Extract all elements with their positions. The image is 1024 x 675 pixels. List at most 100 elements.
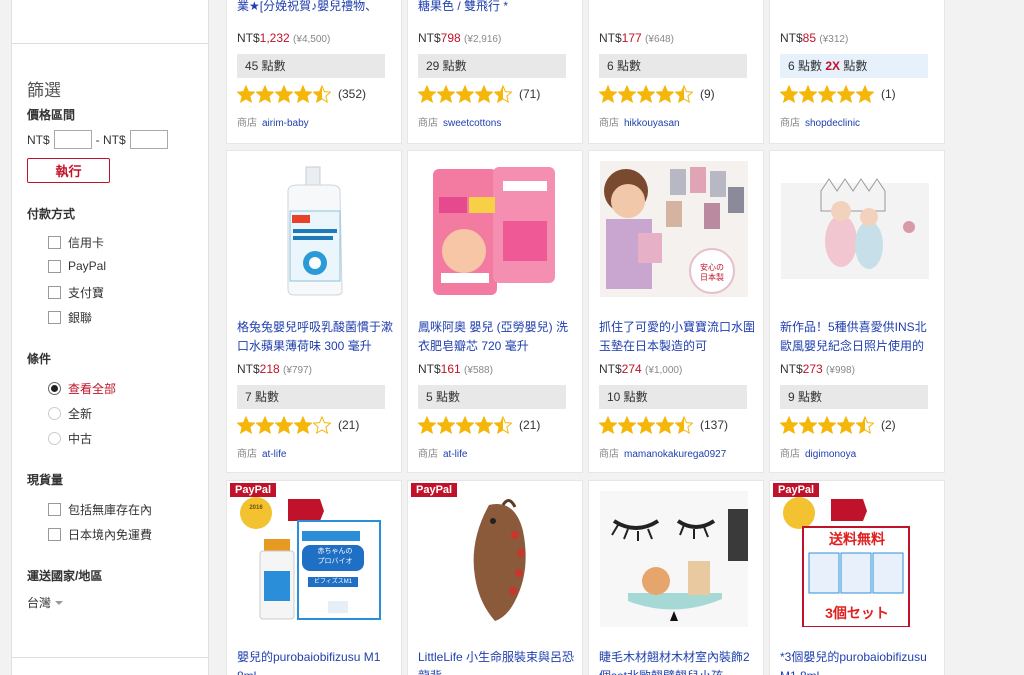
product-title[interactable]: 嬰兒的purobaiobifizusu M1 8ml xyxy=(237,648,395,675)
product-title[interactable]: 睫毛木材翹材木材室內裝飾2個set北歐翹壁翹兒小孩 xyxy=(599,648,757,675)
payment-option-paypal[interactable]: PayPal xyxy=(48,259,106,273)
rating-stars: (352) xyxy=(237,85,366,103)
product-card[interactable]: 格兔兔嬰兒呼吸乳酸菌慣于漱口水蘋果薄荷味 300 毫升 NT$218 (¥797… xyxy=(226,150,402,473)
apply-button[interactable]: 執行 xyxy=(27,158,110,183)
set-text: 3個セット xyxy=(825,605,889,621)
star-icon xyxy=(475,85,493,103)
rating-stars: (9) xyxy=(599,85,715,103)
shop-link[interactable]: digimonoya xyxy=(805,449,856,460)
option-label: 全新 xyxy=(68,407,93,421)
payment-option-unionpay[interactable]: 銀聯 xyxy=(48,309,92,326)
divider xyxy=(12,43,208,44)
product-card[interactable]: 糖果色 / 雙飛行 * NT$798 (¥2,916) 29 點數 (71) 商… xyxy=(407,0,583,144)
shop-link[interactable]: mamanokakurega0927 xyxy=(624,449,726,460)
shop-link[interactable]: airim-baby xyxy=(262,118,309,129)
shop-link[interactable]: shopdeclinic xyxy=(805,118,860,129)
rating-stars: (2) xyxy=(780,416,896,434)
star-icon xyxy=(656,85,674,103)
price-min-input[interactable] xyxy=(53,130,92,149)
product-card[interactable]: PayPal 送料無料 3個セット *3個嬰兒的purobaiobifizusu… xyxy=(769,480,945,675)
product-title[interactable]: *3個嬰兒的purobaiobifizusu M1 8ml xyxy=(780,648,938,675)
star-icon xyxy=(856,416,874,434)
shop-link[interactable]: sweetcottons xyxy=(443,118,501,129)
checkbox[interactable] xyxy=(48,311,61,324)
shop-link[interactable]: at-life xyxy=(262,449,286,460)
filter-sidebar: 篩選 價格區間 NT$ - NT$ 執行 付款方式 信用卡 PayPal 支付寶… xyxy=(11,0,209,675)
product-card[interactable]: NT$177 (¥648) 6 點數 (9) 商店 hikkouyasan xyxy=(588,0,764,144)
shipping-country-select[interactable]: 台灣 xyxy=(27,594,64,611)
option-label: 查看全部 xyxy=(68,382,117,396)
review-count: (21) xyxy=(338,418,360,432)
product-price: NT$161 (¥588) xyxy=(418,362,493,376)
checkbox[interactable] xyxy=(48,503,61,516)
product-card[interactable]: 業★[分娩祝賀♪嬰兒禮物、 NT$1,232 (¥4,500) 45 點數 (3… xyxy=(226,0,402,144)
option-label: 包括無庫存在內 xyxy=(68,503,153,517)
radio-button[interactable] xyxy=(48,407,61,420)
radio-button[interactable] xyxy=(48,382,61,395)
star-icon xyxy=(637,416,655,434)
star-icon xyxy=(837,85,855,103)
shop-link[interactable]: hikkouyasan xyxy=(624,118,680,129)
product-image-probiotic-3set[interactable]: 送料無料 3個セット xyxy=(781,491,929,627)
product-image-bib-pads[interactable]: 安心の 日本製 xyxy=(600,161,748,297)
shop-link[interactable]: at-life xyxy=(443,449,467,460)
star-icon xyxy=(856,85,874,103)
product-title[interactable]: 格兔兔嬰兒呼吸乳酸菌慣于漱口水蘋果薄荷味 300 毫升 xyxy=(237,318,395,356)
product-image-probiotic[interactable]: 2016 赤ちゃんの プロバイオ ビフィズスM1 xyxy=(238,491,386,627)
product-title[interactable]: LittleLife 小生命服裝束與呂恐龍背 xyxy=(418,648,576,675)
checkbox[interactable] xyxy=(48,236,61,249)
product-card[interactable]: NT$85 (¥312) 6 點數 2X 點數 (1) 商店 shopdeclin… xyxy=(769,0,945,144)
product-card[interactable]: 鳳咪阿奧 嬰兒 (亞勞嬰兒) 洗衣肥皂瓣芯 720 毫升 NT$161 (¥58… xyxy=(407,150,583,473)
package-text: 赤ちゃんの プロバイオ xyxy=(317,548,353,565)
product-image-eyelash-shelf[interactable] xyxy=(600,491,748,627)
star-icon xyxy=(294,416,312,434)
checkbox[interactable] xyxy=(48,259,61,273)
package-text: ビフィズスM1 xyxy=(313,579,353,585)
product-card[interactable]: PayPal 2016 赤ちゃんの プロバイオ ビフィズスM1 嬰兒的puroba… xyxy=(226,480,402,675)
condition-option-used[interactable]: 中古 xyxy=(48,430,92,447)
product-card[interactable]: 睫毛木材翹材木材室內裝飾2個set北歐翹壁翹兒小孩 xyxy=(588,480,764,675)
stock-option-free-shipping-japan[interactable]: 日本境內免運費 xyxy=(48,526,152,543)
points-badge: 45 點數 xyxy=(237,54,385,78)
star-icon xyxy=(599,416,617,434)
payment-option-alipay[interactable]: 支付寶 xyxy=(48,284,104,301)
rating-stars: (21) xyxy=(237,416,359,434)
stock-title: 現貨量 xyxy=(27,473,64,487)
product-card[interactable]: 新作品！5種供喜愛供INS北歐風嬰兒紀念日照片使用的 NT$273 (¥998)… xyxy=(769,150,945,473)
points-badge: 10 點數 xyxy=(599,385,747,409)
paypal-badge: PayPal xyxy=(411,483,458,497)
star-icon xyxy=(494,85,512,103)
price-max-input[interactable] xyxy=(129,130,168,149)
payment-option-credit-card[interactable]: 信用卡 xyxy=(48,234,104,251)
product-card[interactable]: 安心の 日本製 抓住了可愛的小寶寶流口水圍玉墊在日本製造的可 NT$274 (¥1… xyxy=(588,150,764,473)
star-icon xyxy=(675,85,693,103)
product-image-mouthwash[interactable] xyxy=(238,161,386,297)
radio-button[interactable] xyxy=(48,432,61,445)
checkbox[interactable] xyxy=(48,286,61,299)
stock-option-include-out-of-stock[interactable]: 包括無庫存在內 xyxy=(48,501,152,518)
product-title[interactable] xyxy=(780,0,938,17)
product-title[interactable]: 鳳咪阿奧 嬰兒 (亞勞嬰兒) 洗衣肥皂瓣芯 720 毫升 xyxy=(418,318,576,356)
star-icon xyxy=(294,85,312,103)
star-icon xyxy=(837,416,855,434)
product-title[interactable]: 業★[分娩祝賀♪嬰兒禮物、 xyxy=(237,0,395,17)
condition-option-new[interactable]: 全新 xyxy=(48,405,92,422)
product-title[interactable] xyxy=(599,0,757,17)
product-title[interactable]: 新作品！5種供喜愛供INS北歐風嬰兒紀念日照片使用的 xyxy=(780,318,938,356)
product-card[interactable]: PayPal LittleLife 小生命服裝束與呂恐龍背 xyxy=(407,480,583,675)
star-icon xyxy=(475,416,493,434)
product-image-dino-backpack[interactable] xyxy=(419,491,567,627)
review-count: (21) xyxy=(519,418,541,432)
shop-info: 商店 airim-baby xyxy=(237,118,309,129)
rating-stars: (137) xyxy=(599,416,728,434)
image-caption: 安心の 日本製 xyxy=(700,263,724,282)
shop-info: 商店 sweetcottons xyxy=(418,118,502,129)
divider xyxy=(12,657,208,658)
condition-option-all[interactable]: 查看全部 xyxy=(48,380,116,397)
product-title[interactable]: 抓住了可愛的小寶寶流口水圍玉墊在日本製造的可 xyxy=(599,318,757,356)
product-title[interactable]: 糖果色 / 雙飛行 * xyxy=(418,0,576,17)
checkbox[interactable] xyxy=(48,528,61,541)
selected-country: 台灣 xyxy=(27,596,52,610)
product-image-photo-blanket[interactable] xyxy=(781,161,929,297)
product-image-laundry-soap[interactable] xyxy=(419,161,567,297)
